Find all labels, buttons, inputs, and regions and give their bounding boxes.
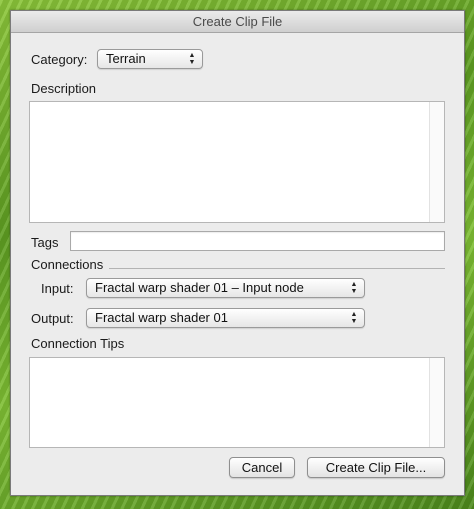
category-value: Terrain bbox=[106, 51, 146, 66]
connections-label: Connections bbox=[31, 257, 104, 272]
window-title: Create Clip File bbox=[11, 11, 464, 33]
updown-chevron-icon: ▲ ▼ bbox=[350, 311, 358, 325]
updown-chevron-icon: ▲ ▼ bbox=[350, 281, 358, 295]
input-value: Fractal warp shader 01 – Input node bbox=[95, 280, 304, 295]
description-label: Description bbox=[31, 81, 97, 96]
connections-separator bbox=[109, 268, 445, 269]
description-textarea[interactable] bbox=[29, 101, 445, 223]
create-clip-file-button[interactable]: Create Clip File... bbox=[307, 457, 445, 478]
category-popup[interactable]: Terrain ▲ ▼ bbox=[97, 49, 203, 69]
output-popup[interactable]: Fractal warp shader 01 ▲ ▼ bbox=[86, 308, 365, 328]
output-value: Fractal warp shader 01 bbox=[95, 310, 228, 325]
connection-tips-label: Connection Tips bbox=[31, 336, 125, 351]
cancel-button[interactable]: Cancel bbox=[229, 457, 295, 478]
connection-tips-textarea[interactable] bbox=[29, 357, 445, 448]
output-label: Output: bbox=[31, 311, 74, 326]
input-label: Input: bbox=[41, 281, 74, 296]
input-popup[interactable]: Fractal warp shader 01 – Input node ▲ ▼ bbox=[86, 278, 365, 298]
category-label: Category: bbox=[31, 52, 88, 67]
connection-tips-scrollbar[interactable] bbox=[429, 358, 444, 447]
tags-field[interactable] bbox=[70, 231, 445, 251]
updown-chevron-icon: ▲ ▼ bbox=[188, 52, 196, 66]
description-scrollbar[interactable] bbox=[429, 102, 444, 222]
tags-label: Tags bbox=[31, 235, 59, 250]
create-clip-file-dialog: Create Clip File Category: Terrain ▲ ▼ De… bbox=[10, 10, 465, 496]
